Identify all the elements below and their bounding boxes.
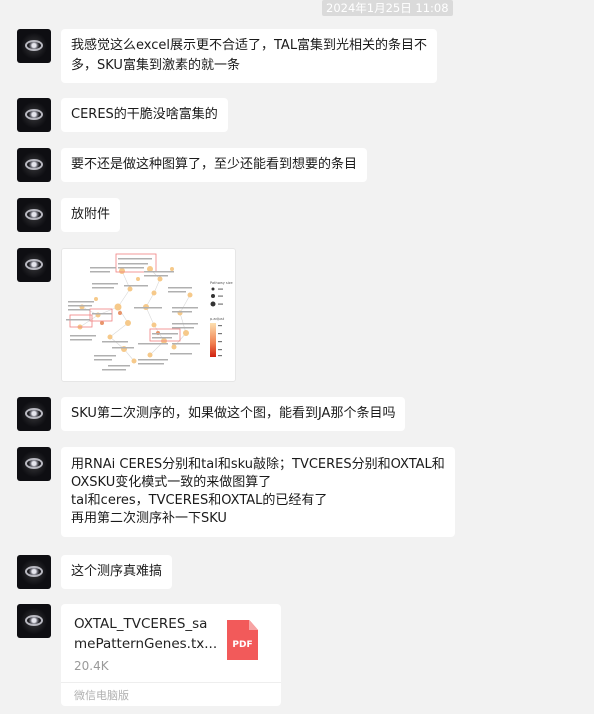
image-attachment[interactable]: Pathway size p.adjust — [61, 248, 236, 382]
file-name-line: OXTAL_TVCERES_sa — [74, 616, 208, 632]
color-scale-bar — [210, 323, 216, 357]
message-line: OXSKU变化模式一致的来做图算了 — [71, 475, 272, 490]
avatar[interactable] — [17, 98, 51, 132]
message-line: 再用第二次测序补一下SKU — [71, 511, 227, 526]
message-bubble[interactable]: SKU第二次测序的，如果做这个图，能看到JA那个条目吗 — [61, 397, 406, 431]
avatar[interactable] — [17, 397, 51, 431]
divider — [61, 682, 281, 683]
message-line: 多，SKU富集到激素的就一条 — [71, 58, 240, 73]
timestamp: 2024年1月25日 11:08 — [322, 0, 453, 16]
avatar[interactable] — [17, 148, 51, 182]
avatar[interactable] — [17, 447, 51, 481]
message-line: 要不还是做这种图算了，至少还能看到想要的条目 — [71, 157, 358, 172]
message-line: 放附件 — [71, 207, 111, 222]
message-line: CERES的干脆没啥富集的 — [71, 107, 218, 122]
file-name-line: mePatternGenes.tx... — [74, 636, 218, 652]
message-line: tal和ceres，TVCERES和OXTAL的已经有了 — [71, 493, 328, 508]
avatar[interactable] — [17, 248, 51, 282]
message-line: 这个测序真难搞 — [71, 564, 163, 579]
message-bubble[interactable]: 要不还是做这种图算了，至少还能看到想要的条目 — [61, 148, 368, 182]
legend-title-padjust: p.adjust — [210, 317, 225, 321]
avatar[interactable] — [17, 604, 51, 638]
message-bubble[interactable]: 这个测序真难搞 — [61, 555, 173, 589]
avatar[interactable] — [17, 555, 51, 589]
message-bubble[interactable]: CERES的干脆没啥富集的 — [61, 98, 228, 132]
pdf-file-icon: PDF — [227, 620, 258, 660]
file-type-label: PDF — [232, 640, 253, 650]
message-line: 我感觉这么excel展示更不合适了，TAL富集到光相关的条目不 — [71, 38, 428, 53]
avatar[interactable] — [17, 29, 51, 63]
file-source: 微信电脑版 — [74, 689, 129, 702]
file-size: 20.4K — [74, 659, 109, 673]
network-plot-thumbnail: Pathway size p.adjust — [66, 253, 233, 371]
avatar[interactable] — [17, 198, 51, 232]
message-bubble[interactable]: 我感觉这么excel展示更不合适了，TAL富集到光相关的条目不 多，SKU富集到… — [61, 29, 438, 83]
message-line: 用RNAi CERES分别和tal和sku敲除；TVCERES分别和OXTAL和 — [71, 457, 445, 472]
legend-title-size: Pathway size — [210, 281, 233, 285]
file-attachment[interactable]: OXTAL_TVCERES_sa mePatternGenes.tx... 20… — [61, 604, 281, 706]
message-bubble[interactable]: 放附件 — [61, 198, 121, 232]
file-name: OXTAL_TVCERES_sa mePatternGenes.tx... — [74, 614, 224, 654]
message-bubble[interactable]: 用RNAi CERES分别和tal和sku敲除；TVCERES分别和OXTAL和… — [61, 447, 455, 537]
message-line: SKU第二次测序的，如果做这个图，能看到JA那个条目吗 — [71, 406, 396, 421]
